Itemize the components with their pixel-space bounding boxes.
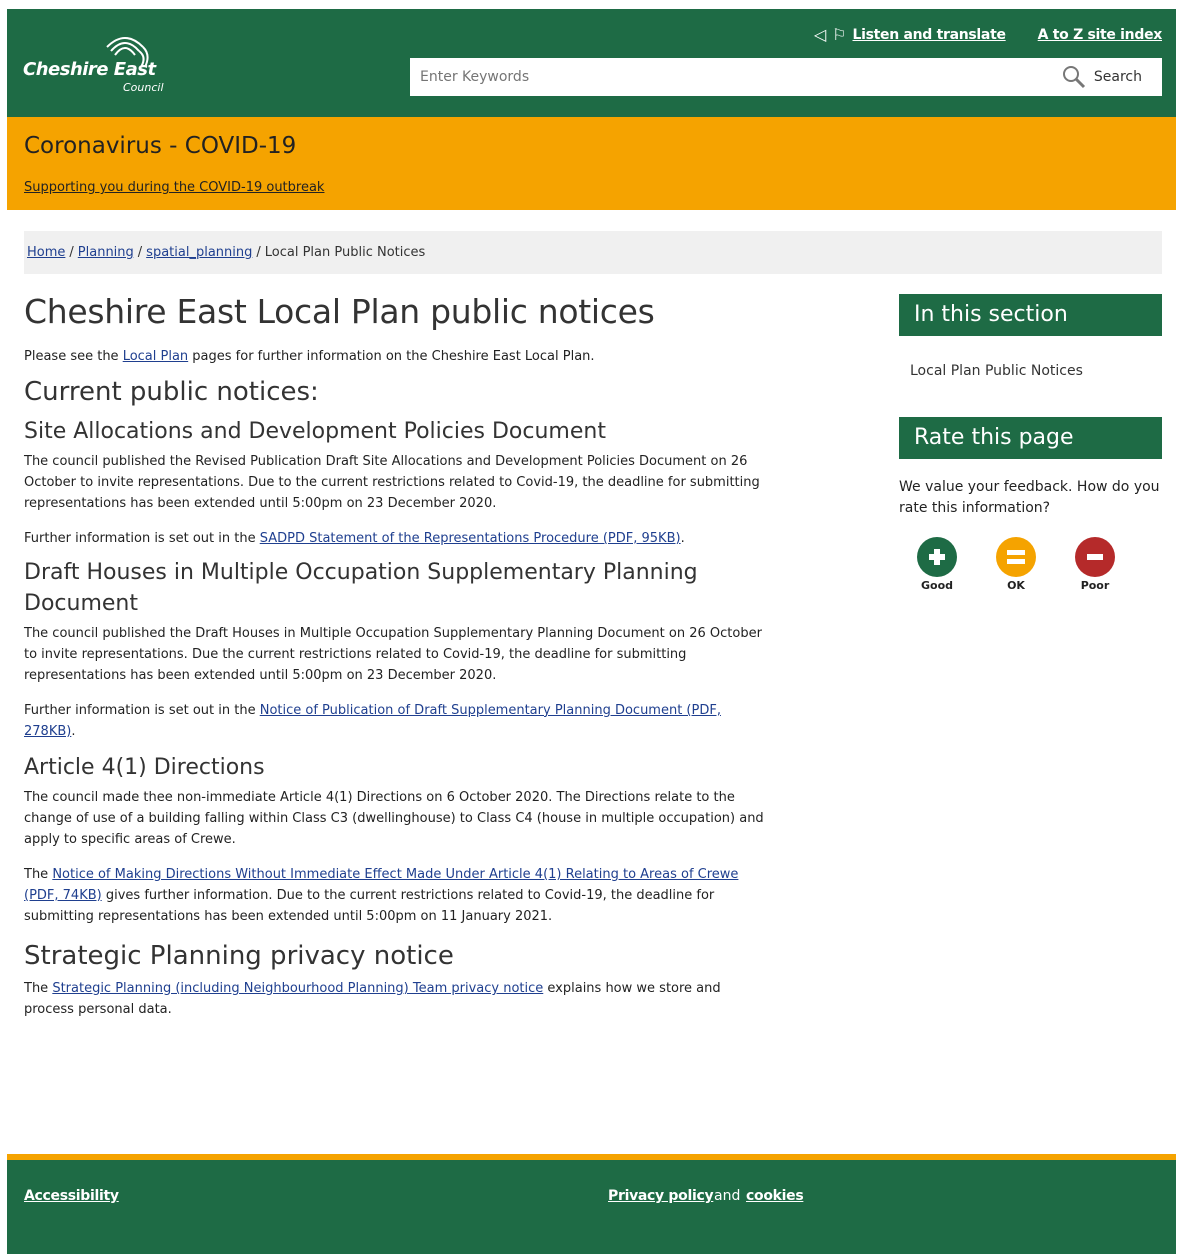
sadpd-further: Further information is set out in the SA… — [24, 528, 769, 549]
breadcrumb-separator: / — [137, 245, 143, 260]
minus-icon — [1075, 537, 1115, 577]
cookies-link[interactable]: cookies — [746, 1188, 804, 1204]
logo-name: Cheshire East — [23, 59, 156, 80]
rate-poor-button[interactable]: Poor — [1075, 537, 1154, 592]
page-frame: Cheshire East Council ◁ ⚐ Listen and tra… — [7, 9, 1176, 1254]
rate-text: We value your feedback. How do you rate … — [899, 479, 1160, 516]
plus-icon — [917, 537, 957, 577]
search-button-label: Search — [1093, 69, 1142, 85]
covid-title: Coronavirus - COVID-19 — [24, 133, 297, 159]
rate-ok-label: OK — [1007, 579, 1025, 592]
sadpd-heading: Site Allocations and Development Policie… — [24, 418, 606, 444]
intro-text-end: pages for further information on the Che… — [188, 348, 595, 364]
rate-good-label: Good — [920, 579, 954, 592]
covid-support-link[interactable]: Supporting you during the COVID-19 outbr… — [24, 180, 324, 195]
sidebar-item-local-plan-notices[interactable]: Local Plan Public Notices — [910, 363, 1162, 379]
article4-body: The council made thee non-immediate Arti… — [24, 789, 764, 847]
rate-poor-label: Poor — [1080, 579, 1110, 592]
breadcrumb-current: Local Plan Public Notices — [264, 245, 426, 260]
top-links: ◁ ⚐ Listen and translate A to Z site ind… — [814, 25, 1162, 44]
council-logo[interactable]: Cheshire East Council — [23, 27, 173, 97]
sidebar: In this section Local Plan Public Notice… — [899, 294, 1162, 592]
intro-text: Please see the — [24, 348, 123, 364]
in-this-section-heading: In this section — [899, 294, 1162, 336]
speaker-icon: ◁ — [813, 25, 827, 44]
current-notices-heading: Current public notices: — [24, 376, 319, 407]
equals-icon — [996, 537, 1036, 577]
listen-translate-link[interactable]: Listen and translate — [853, 27, 1006, 43]
rating-buttons: Good OK Poor — [917, 537, 1162, 592]
page-title: Cheshire East Local Plan public notices — [24, 292, 655, 331]
breadcrumb-planning[interactable]: Planning — [78, 245, 134, 260]
breadcrumb: Home / Planning / spatial_planning / Loc… — [24, 231, 1162, 274]
intro-paragraph: Please see the Local Plan pages for furt… — [24, 346, 769, 367]
search-input[interactable] — [410, 58, 1030, 96]
hmo-heading: Draft Houses in Multiple Occupation Supp… — [24, 559, 698, 616]
privacy-paragraph: The Strategic Planning (including Neighb… — [24, 978, 769, 1020]
privacy-text: The — [24, 980, 53, 996]
privacy-policy-link[interactable]: Privacy policy — [608, 1188, 714, 1204]
privacy-heading: Strategic Planning privacy notice — [24, 940, 454, 971]
site-header: Cheshire East Council ◁ ⚐ Listen and tra… — [7, 9, 1176, 117]
breadcrumb-separator: / — [69, 245, 74, 260]
search-box: Search — [410, 58, 1162, 96]
article4-notice-end: gives further information. Due to the cu… — [24, 887, 715, 924]
rate-page-heading: Rate this page — [899, 417, 1162, 459]
breadcrumb-home[interactable]: Home — [27, 245, 65, 260]
hmo-further: Further information is set out in the No… — [24, 700, 769, 742]
logo-sub: Council — [123, 81, 164, 94]
footer-and-text: and — [714, 1188, 741, 1204]
article4-notice-text: The — [24, 866, 53, 882]
hmo-body: The council published the Draft Houses i… — [24, 625, 762, 683]
hmo-further-text: Further information is set out in the — [24, 702, 260, 718]
flag-icon: ⚐ — [832, 25, 847, 44]
article4-heading: Article 4(1) Directions — [24, 754, 265, 780]
sadpd-body: The council published the Revised Public… — [24, 453, 760, 511]
main-content: Cheshire East Local Plan public notices … — [24, 292, 769, 1020]
site-footer: Accessibility Privacy policy and cookies — [7, 1154, 1176, 1254]
rate-ok-button[interactable]: OK — [996, 537, 1075, 592]
search-button[interactable]: Search — [1062, 64, 1142, 90]
privacy-notice-link[interactable]: Strategic Planning (including Neighbourh… — [52, 981, 543, 996]
breadcrumb-separator: / — [256, 245, 261, 260]
covid-banner: Coronavirus - COVID-19 Supporting you du… — [7, 117, 1176, 210]
rate-good-button[interactable]: Good — [917, 537, 996, 592]
breadcrumb-spatial-planning[interactable]: spatial_planning — [146, 245, 252, 260]
sadpd-further-text: Further information is set out in the — [24, 530, 260, 546]
local-plan-link[interactable]: Local Plan — [123, 349, 188, 364]
sadpd-further-end: . — [680, 530, 685, 546]
sadpd-statement-link[interactable]: SADPD Statement of the Representations P… — [260, 531, 681, 546]
hmo-further-end: . — [71, 723, 76, 739]
accessibility-link[interactable]: Accessibility — [24, 1188, 119, 1204]
article4-notice: The Notice of Making Directions Without … — [24, 864, 769, 927]
search-icon — [1062, 66, 1085, 89]
a-to-z-link[interactable]: A to Z site index — [1038, 27, 1163, 43]
